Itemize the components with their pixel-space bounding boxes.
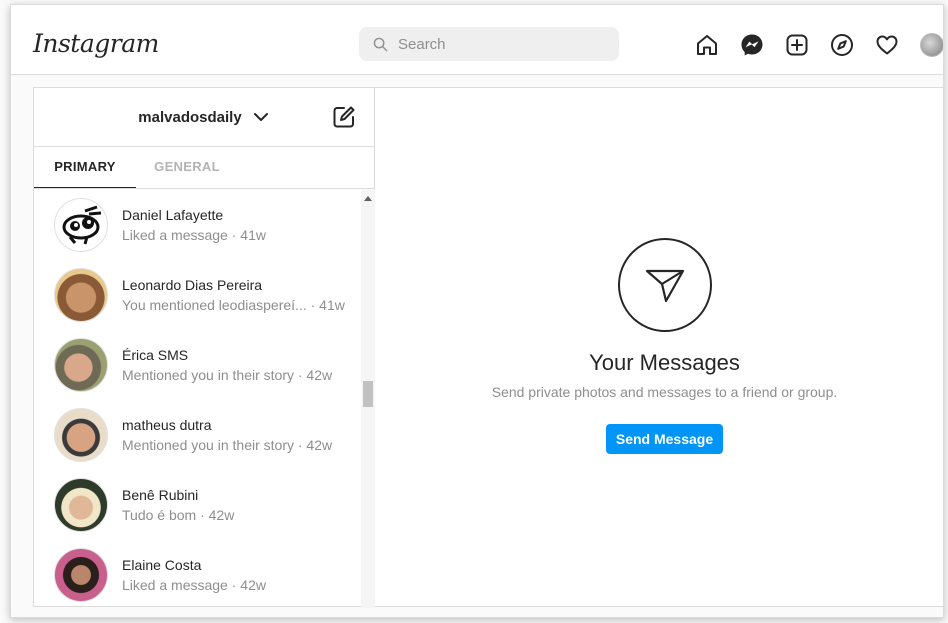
account-name: malvadosdaily — [138, 108, 242, 126]
thread-name: Leonardo Dias Pereira — [122, 277, 263, 293]
direct-inbox-panel: malvadosdaily PRIMARY GENERAL Daniel Laf… — [33, 87, 943, 608]
tab-general[interactable]: GENERAL — [136, 147, 238, 188]
avatar — [54, 478, 108, 532]
thread-list: Daniel Lafayette Liked a message · 41w L… — [34, 190, 361, 608]
thread-preview: Tudo é bom · 42w — [122, 507, 235, 523]
browser-window: Instagram Search malvadosdaily PRIMARY G… — [10, 4, 944, 618]
search-icon — [373, 37, 388, 51]
thread-preview: Mentioned you in their story · 42w — [122, 367, 333, 383]
thread-name: matheus dutra — [122, 417, 212, 433]
empty-state-title: Your Messages — [589, 350, 740, 375]
conversation-sidebar: malvadosdaily PRIMARY GENERAL Daniel Laf… — [34, 88, 375, 608]
avatar — [54, 338, 108, 392]
inbox-tabs: PRIMARY GENERAL — [34, 147, 374, 189]
explore-icon[interactable] — [830, 33, 854, 57]
instagram-logo[interactable]: Instagram — [33, 29, 159, 58]
nav-icons — [695, 33, 943, 57]
thread-item[interactable]: Érica SMS Mentioned you in their story ·… — [34, 330, 361, 400]
account-switcher[interactable]: malvadosdaily — [138, 108, 269, 126]
messenger-icon[interactable] — [740, 33, 764, 57]
scrollbar-thumb[interactable] — [363, 381, 373, 407]
profile-avatar[interactable] — [920, 33, 943, 57]
inbox-header: malvadosdaily — [34, 88, 374, 147]
thread-item[interactable]: Elaine Costa Liked a message · 42w — [34, 540, 361, 608]
avatar — [54, 268, 108, 322]
thread-item[interactable]: Daniel Lafayette Liked a message · 41w — [34, 190, 361, 260]
avatar — [54, 408, 108, 462]
activity-heart-icon[interactable] — [875, 33, 899, 57]
empty-state: Your Messages Send private photos and me… — [375, 238, 943, 454]
scroll-up-arrow-icon[interactable] — [364, 196, 372, 201]
top-navigation-bar: Instagram — [11, 5, 943, 75]
thread-item[interactable]: matheus dutra Mentioned you in their sto… — [34, 400, 361, 470]
send-paper-plane-icon — [617, 238, 712, 332]
thread-item[interactable]: Leonardo Dias Pereira You mentioned leod… — [34, 260, 361, 330]
message-pane: Your Messages Send private photos and me… — [375, 88, 943, 606]
compose-icon[interactable] — [332, 105, 356, 129]
search-box[interactable] — [359, 27, 619, 61]
tab-primary[interactable]: PRIMARY — [34, 147, 136, 188]
thread-item[interactable]: Benê Rubini Tudo é bom · 42w — [34, 470, 361, 540]
thread-name: Daniel Lafayette — [122, 207, 224, 223]
thread-list-scrollbar[interactable] — [361, 190, 375, 608]
empty-state-subtitle: Send private photos and messages to a fr… — [491, 384, 838, 400]
thread-preview: Liked a message · 42w — [122, 577, 266, 593]
thread-name: Benê Rubini — [122, 487, 199, 503]
thread-preview: You mentioned leodiaspereí... · 41w — [122, 297, 345, 313]
send-message-button[interactable]: Send Message — [605, 424, 724, 454]
search-input[interactable] — [398, 35, 598, 53]
thread-name: Érica SMS — [122, 347, 189, 363]
thread-preview: Liked a message · 41w — [122, 227, 266, 243]
avatar — [54, 548, 108, 602]
home-icon[interactable] — [695, 33, 719, 57]
thread-preview: Mentioned you in their story · 42w — [122, 437, 333, 453]
avatar — [54, 198, 108, 252]
chevron-down-icon — [253, 113, 268, 121]
new-post-icon[interactable] — [785, 33, 809, 57]
thread-name: Elaine Costa — [122, 557, 202, 573]
